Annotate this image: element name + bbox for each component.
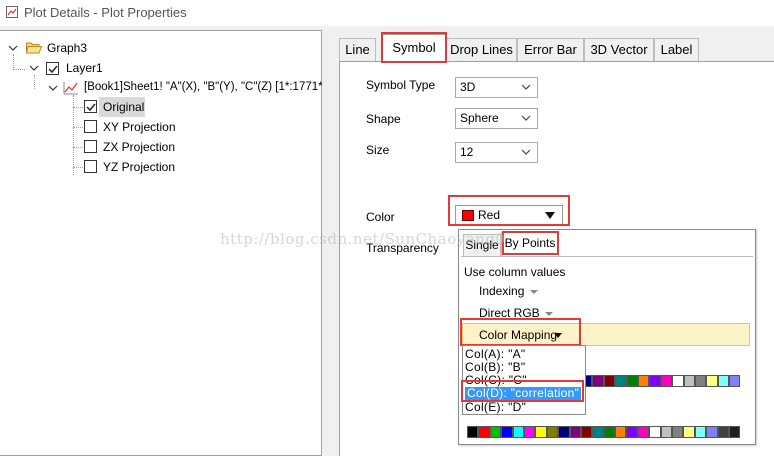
palette-swatch[interactable] <box>637 426 650 438</box>
palette-swatch[interactable] <box>694 426 707 438</box>
watermark: http://blog.csdn.net/SunChaoyang0 <box>220 230 506 248</box>
tree-item-graph[interactable]: Graph3 <box>47 41 87 55</box>
palette-swatch[interactable] <box>592 375 604 387</box>
original-checkbox[interactable] <box>84 100 97 113</box>
column-list: Col(A): "A" Col(B): "B" Col(C): "C" Col(… <box>462 345 586 415</box>
palette-swatch[interactable] <box>523 426 536 438</box>
palette-swatch[interactable] <box>512 426 524 438</box>
tree-item-zx-projection[interactable]: ZX Projection <box>103 140 175 154</box>
palette-row <box>581 375 741 387</box>
palette-swatch[interactable] <box>558 426 570 438</box>
palette-swatch[interactable] <box>535 426 547 438</box>
size-label: Size <box>366 143 390 157</box>
palette-swatch[interactable] <box>649 426 661 438</box>
title-bar: Plot Details - Plot Properties <box>0 0 774 26</box>
xy-projection-checkbox[interactable] <box>84 120 97 133</box>
tab-3d-vector[interactable]: 3D Vector <box>584 38 654 61</box>
tab-symbol[interactable]: Symbol <box>382 34 446 62</box>
tree-item-original[interactable]: Original <box>103 100 144 114</box>
size-value: 12 <box>460 145 474 159</box>
palette-swatch[interactable] <box>615 375 627 387</box>
palette-swatch[interactable] <box>615 426 627 438</box>
palette-swatch[interactable] <box>478 426 490 438</box>
color-select[interactable]: Red <box>455 205 563 226</box>
color-label: Color <box>366 210 395 224</box>
app-icon <box>6 6 18 18</box>
direct-rgb-option[interactable]: Direct RGB <box>479 306 554 320</box>
palette-swatch[interactable] <box>729 375 741 387</box>
shape-label: Shape <box>366 112 401 126</box>
column-item-d[interactable]: Col(D): "correlation" <box>465 387 582 400</box>
tab-error-bar[interactable]: Error Bar <box>517 38 584 61</box>
direct-rgb-label: Direct RGB <box>479 306 540 320</box>
palette-swatch[interactable] <box>637 375 650 387</box>
color-swatch <box>462 210 474 221</box>
chevron-down-icon <box>521 149 531 155</box>
tab-by-points[interactable]: By Points <box>501 232 559 256</box>
palette-swatch[interactable] <box>580 426 593 438</box>
folder-icon <box>26 42 42 54</box>
symbol-type-label: Symbol Type <box>366 78 436 92</box>
dropdown-triangle-icon <box>529 290 538 294</box>
palette-swatch[interactable] <box>694 375 707 387</box>
color-value: Red <box>478 208 501 222</box>
palette-swatch[interactable] <box>672 375 684 387</box>
column-item-e[interactable]: Col(E): "D" <box>465 401 526 414</box>
palette-swatch[interactable] <box>626 375 638 387</box>
tab-label[interactable]: Label <box>654 38 699 61</box>
palette-swatch[interactable] <box>546 426 559 438</box>
indexing-option[interactable]: Indexing <box>479 284 538 298</box>
line-plot-icon <box>63 82 78 95</box>
palette-swatch[interactable] <box>728 426 741 438</box>
tree-item-yz-projection[interactable]: YZ Projection <box>103 160 175 174</box>
palette-swatch[interactable] <box>660 426 673 438</box>
palette-swatch[interactable] <box>717 375 730 387</box>
indexing-label: Indexing <box>479 284 525 298</box>
collapse-icon[interactable] <box>8 43 18 53</box>
dropdown-triangle-icon <box>545 312 554 316</box>
chevron-down-icon <box>521 115 531 121</box>
symbol-type-value: 3D <box>460 80 476 94</box>
dropdown-triangle-icon <box>554 333 562 338</box>
tab-drop-lines[interactable]: Drop Lines <box>446 38 517 61</box>
palette-swatch[interactable] <box>649 375 661 387</box>
dropdown-triangle-icon <box>545 212 555 219</box>
color-mapping-label: Color Mapping <box>479 328 558 342</box>
palette-swatch[interactable] <box>660 375 673 387</box>
palette-swatch[interactable] <box>489 426 502 438</box>
tree-item-plot[interactable]: [Book1]Sheet1! "A"(X), "B"(Y), "C"(Z) [1… <box>84 81 323 93</box>
palette-swatch[interactable] <box>569 426 581 438</box>
palette-swatch[interactable] <box>603 375 616 387</box>
palette-swatch[interactable] <box>683 375 695 387</box>
palette-swatch[interactable] <box>672 426 684 438</box>
shape-value: Sphere <box>460 111 499 125</box>
use-column-values-label: Use column values <box>464 265 566 279</box>
palette-swatch[interactable] <box>603 426 616 438</box>
palette-swatch[interactable] <box>683 426 695 438</box>
tree-item-xy-projection[interactable]: XY Projection <box>103 120 176 134</box>
palette-swatch[interactable] <box>501 426 513 438</box>
palette-swatch[interactable] <box>467 426 479 438</box>
symbol-type-select[interactable]: 3D <box>455 77 538 98</box>
palette-swatch[interactable] <box>706 375 718 387</box>
shape-select[interactable]: Sphere <box>455 108 538 129</box>
palette-swatch[interactable] <box>592 426 604 438</box>
palette-row <box>467 426 741 438</box>
zx-projection-checkbox[interactable] <box>84 140 97 153</box>
tree-item-layer[interactable]: Layer1 <box>66 61 103 75</box>
yz-projection-checkbox[interactable] <box>84 160 97 173</box>
color-mapping-option[interactable]: Color Mapping <box>462 323 750 346</box>
window-title: Plot Details - Plot Properties <box>24 5 187 20</box>
collapse-icon[interactable] <box>48 83 58 93</box>
palette-swatch[interactable] <box>717 426 729 438</box>
tab-line[interactable]: Line <box>339 38 376 61</box>
chevron-down-icon <box>521 84 531 90</box>
collapse-icon[interactable] <box>29 63 39 73</box>
palette-swatch[interactable] <box>626 426 638 438</box>
size-combo[interactable]: 12 <box>455 142 538 163</box>
layer-checkbox[interactable] <box>46 62 59 75</box>
palette-swatch[interactable] <box>706 426 718 438</box>
